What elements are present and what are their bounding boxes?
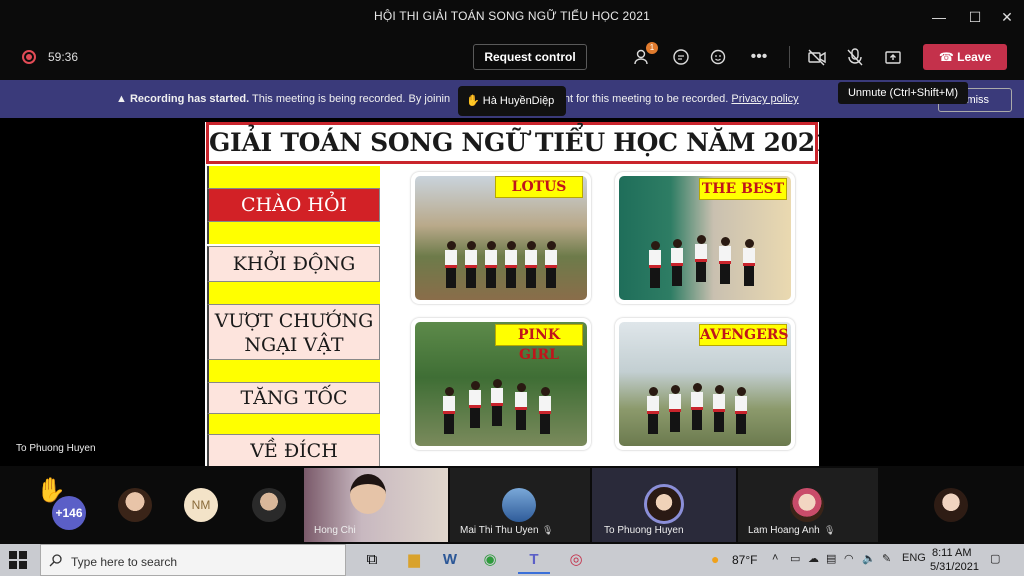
notifications-icon[interactable]: ▢	[990, 552, 1000, 565]
maximize-icon[interactable]: ☐	[958, 5, 992, 29]
menu-button-vuot-chuong-ngai-vat[interactable]: VƯỢT CHƯỚNG NGẠI VẬT	[207, 304, 380, 360]
hand-icon: ✋	[466, 95, 483, 107]
team-label: THE BEST	[699, 178, 787, 200]
windows-start-icon[interactable]	[8, 550, 28, 570]
avatar	[502, 488, 536, 522]
phone-icon: ☎	[938, 50, 958, 64]
menu-strip	[207, 360, 380, 382]
avatar	[790, 488, 824, 522]
menu-label-line2: NGẠI VẬT	[244, 334, 344, 356]
pen-icon[interactable]: ✎	[882, 552, 891, 565]
participant-name: Mai Thi Thu Uyen	[460, 525, 539, 536]
camera-off-icon[interactable]	[804, 44, 830, 70]
banner-message: This meeting is being recorded. By joini…	[252, 93, 451, 105]
slide-title: GIẢI TOÁN SONG NGỮ TIỂU HỌC NĂM 2021	[206, 122, 819, 164]
team-photo-lotus[interactable]: LOTUS	[411, 172, 591, 304]
search-placeholder: Type here to search	[71, 555, 178, 569]
banner-message-tail: sent for this meeting to be recorded.	[552, 93, 729, 105]
task-view-icon[interactable]: ⧉	[356, 548, 388, 574]
menu-button-ve-dich[interactable]: VỀ ĐÍCH	[207, 434, 380, 466]
tile-mai-thi-thu-uyen[interactable]: Mai Thi Thu Uyen 🎙	[450, 468, 590, 542]
network-icon[interactable]: ▤	[826, 552, 836, 565]
menu-button-khoi-dong[interactable]: KHỞI ĐỘNG	[207, 246, 380, 282]
leave-button[interactable]: ☎ Leave	[923, 44, 1007, 70]
onedrive-icon[interactable]: ☁	[808, 552, 819, 565]
app-icon[interactable]: ◉	[474, 548, 506, 574]
reactions-icon[interactable]	[706, 44, 732, 70]
participant-name: Lam Hoang Anh	[748, 525, 820, 536]
avatar[interactable]: NM	[184, 488, 218, 522]
taskbar-search-box[interactable]: Type here to search	[40, 544, 346, 576]
menu-label-line1: VƯỢT CHƯỚNG	[214, 310, 374, 332]
close-icon[interactable]: ✕	[990, 5, 1024, 29]
menu-strip	[207, 414, 380, 434]
browser-icon[interactable]: ◎	[560, 548, 592, 574]
banner-strong: Recording has started.	[129, 93, 250, 105]
menu-strip	[207, 166, 380, 188]
participant-strip: ✋ +146 NM Hong Chi Mai Thi Thu Uyen 🎙 To…	[0, 466, 1024, 544]
avatar	[644, 484, 684, 524]
word-icon[interactable]: W	[434, 548, 466, 574]
leave-label: Leave	[957, 50, 992, 64]
toolbar-divider	[789, 46, 790, 68]
tray-up-icon[interactable]: ˄	[772, 552, 778, 564]
tile-to-phuong-huyen[interactable]: To Phuong Huyen	[592, 468, 736, 542]
avatar[interactable]	[252, 488, 286, 522]
more-participants-count[interactable]: +146	[52, 496, 86, 530]
warning-icon: ▲	[116, 93, 130, 105]
meeting-timer: 59:36	[48, 50, 79, 64]
unmute-tooltip: Unmute (Ctrl+Shift+M)	[838, 82, 968, 104]
presenter-name: To Phuong Huyen	[16, 443, 96, 454]
participant-name: Hong Chi	[314, 525, 356, 536]
menu-strip	[207, 282, 380, 304]
wifi-icon[interactable]: ◠	[844, 552, 854, 565]
menu-strip	[207, 222, 380, 244]
participant-name: To Phuong Huyen	[604, 525, 684, 536]
mic-off-icon: 🎙	[542, 525, 554, 535]
people-icon[interactable]: 1	[630, 42, 658, 70]
raised-hand-name: Hà HuyềnDiệp	[482, 95, 555, 107]
title-bar: HỘI THI GIẢI TOÁN SONG NGỮ TIỂU HỌC 2021…	[0, 0, 1024, 34]
team-photo-avengers[interactable]: AVENGERS	[615, 318, 795, 450]
avatar[interactable]	[934, 488, 968, 522]
teams-icon[interactable]: T	[518, 548, 550, 574]
weather-sun-icon: ●	[711, 551, 720, 567]
windows-taskbar: Type here to search ⧉ ▆ W ◉ T ◎ ● 87°F ˄…	[0, 544, 1024, 576]
avatar[interactable]	[118, 488, 152, 522]
battery-icon[interactable]: ▭	[790, 552, 800, 565]
team-label: AVENGERS	[699, 324, 789, 346]
language-indicator[interactable]: ENG	[902, 552, 926, 564]
presentation-slide: GIẢI TOÁN SONG NGỮ TIỂU HỌC NĂM 2021 CHÀ…	[205, 122, 819, 466]
menu-button-tang-toc[interactable]: TĂNG TỐC	[207, 382, 380, 414]
recording-icon	[22, 50, 36, 64]
weather-temperature[interactable]: 87°F	[732, 553, 757, 567]
file-explorer-icon[interactable]: ▆	[398, 548, 430, 574]
privacy-policy-link[interactable]: Privacy policy	[731, 93, 798, 105]
more-icon[interactable]: •••	[746, 44, 772, 70]
participants-badge: 1	[646, 42, 658, 54]
video-tile-hong-chi[interactable]: Hong Chi	[304, 468, 448, 542]
team-label: LOTUS	[495, 176, 583, 198]
share-icon[interactable]	[880, 44, 906, 70]
team-photo-the-best[interactable]: THE BEST	[615, 172, 795, 304]
search-icon	[49, 554, 62, 567]
team-photo-pink-girl[interactable]: PINK GIRL	[411, 318, 591, 450]
menu-button-chao-hoi[interactable]: CHÀO HỎI	[207, 188, 380, 222]
window-title: HỘI THI GIẢI TOÁN SONG NGỮ TIỂU HỌC 2021	[373, 9, 651, 23]
mic-off-icon[interactable]	[842, 44, 868, 70]
raised-hand-toast: ✋ Hà HuyềnDiệp	[458, 86, 566, 116]
team-label: PINK GIRL	[495, 324, 583, 363]
request-control-button[interactable]: Request control	[473, 44, 587, 70]
clock-date[interactable]: 5/31/2021	[930, 561, 979, 573]
minimize-icon[interactable]: —	[922, 5, 956, 29]
meeting-toolbar: 59:36 Request control 1 ••• ☎ Leave	[0, 34, 1024, 80]
chat-icon[interactable]	[668, 44, 694, 70]
tile-lam-hoang-anh[interactable]: Lam Hoang Anh 🎙	[738, 468, 878, 542]
mic-off-icon: 🎙	[824, 525, 836, 535]
participant-video-face	[350, 474, 386, 514]
volume-icon[interactable]: 🔈	[862, 552, 876, 565]
clock-time[interactable]: 8:11 AM	[932, 547, 972, 559]
